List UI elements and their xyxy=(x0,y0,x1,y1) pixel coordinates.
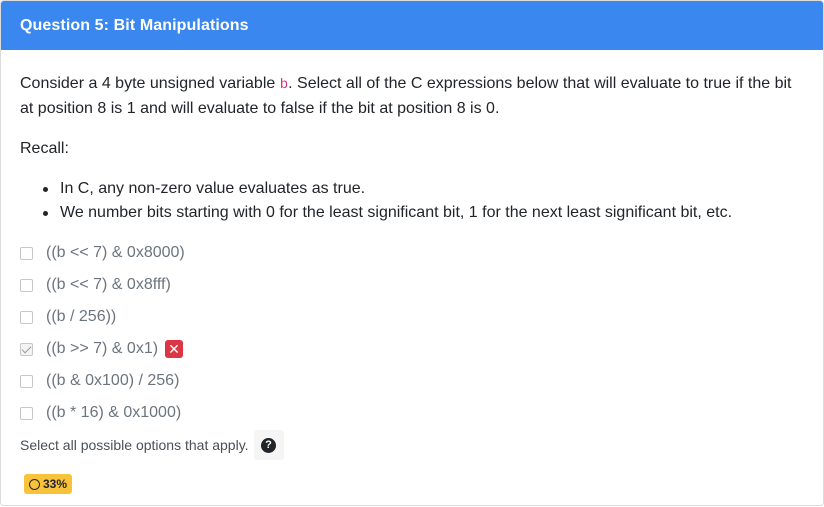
incorrect-x-icon: ✕ xyxy=(165,340,184,358)
option-1[interactable]: ((b << 7) & 0x8000) xyxy=(20,237,804,269)
option-label: ((b / 256)) xyxy=(46,308,117,325)
question-prompt: Consider a 4 byte unsigned variable b. S… xyxy=(20,72,800,121)
help-button[interactable]: ? xyxy=(253,430,284,460)
option-label: ((b * 16) & 0x1000) xyxy=(46,404,182,421)
recall-list: In C, any non-zero value evaluates as tr… xyxy=(20,177,804,225)
recall-item: In C, any non-zero value evaluates as tr… xyxy=(40,177,804,201)
prompt-text-start: Consider a 4 byte unsigned variable xyxy=(20,75,280,92)
option-label: ((b >> 7) & 0x1) xyxy=(46,340,159,357)
option-3[interactable]: ((b / 256)) xyxy=(20,301,804,333)
recall-item: We number bits starting with 0 for the l… xyxy=(40,201,804,225)
option-5[interactable]: ((b & 0x100) / 256) xyxy=(20,365,804,397)
option-checkbox-checked[interactable] xyxy=(20,342,33,356)
option-checkbox[interactable] xyxy=(20,278,33,292)
help-text: Select all possible options that apply. xyxy=(20,437,249,453)
recall-label: Recall: xyxy=(20,140,69,157)
option-6[interactable]: ((b * 16) & 0x1000) xyxy=(20,397,804,429)
option-checkbox[interactable] xyxy=(20,310,33,324)
question-body: Consider a 4 byte unsigned variable b. S… xyxy=(1,50,823,498)
circle-icon xyxy=(29,478,40,490)
option-checkbox[interactable] xyxy=(20,406,33,420)
question-header: Question 5: Bit Manipulations xyxy=(1,1,823,50)
question-title: Question 5: Bit Manipulations xyxy=(20,17,249,34)
option-label: ((b << 7) & 0x8fff) xyxy=(46,276,171,293)
option-label: ((b << 7) & 0x8000) xyxy=(46,244,185,261)
option-checkbox[interactable] xyxy=(20,374,33,388)
option-checkbox[interactable] xyxy=(20,246,33,260)
option-2[interactable]: ((b << 7) & 0x8fff) xyxy=(20,269,804,301)
score-value: 33% xyxy=(43,477,68,491)
variable-name: b xyxy=(279,77,289,93)
option-label: ((b & 0x100) / 256) xyxy=(46,372,180,389)
help-row: Select all possible options that apply. … xyxy=(20,429,804,461)
score-badge: 33% xyxy=(24,474,73,494)
question-card: Question 5: Bit Manipulations Consider a… xyxy=(0,0,824,506)
answer-options: ((b << 7) & 0x8000) ((b << 7) & 0x8fff) … xyxy=(20,237,804,429)
question-circle-icon: ? xyxy=(261,437,277,453)
option-4[interactable]: ((b >> 7) & 0x1) ✕ xyxy=(20,333,804,365)
